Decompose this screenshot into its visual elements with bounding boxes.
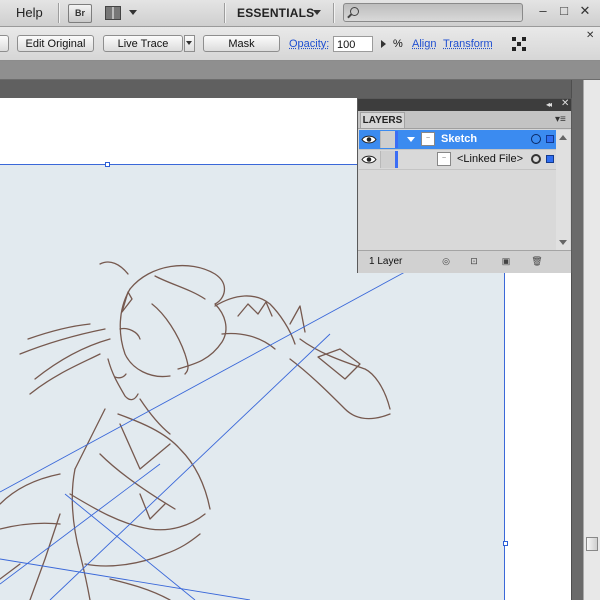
menubar-divider [333,3,335,23]
target-circle-icon[interactable] [531,134,541,144]
layer-row-sketch[interactable]: ~ Sketch [359,130,556,150]
search-input[interactable] [343,3,523,22]
lock-toggle[interactable] [380,131,395,148]
control-bar: Edit Original Live Trace Mask Opacity: 1… [0,27,600,61]
scroll-up-icon[interactable] [559,135,567,140]
opacity-percent-label: % [393,38,403,50]
menu-help[interactable]: Help [16,5,43,20]
collapse-panel-icon[interactable]: ◂◂ [546,100,552,109]
workspace-dropdown-icon[interactable] [313,10,321,15]
control-bar-button-partial[interactable] [0,35,9,52]
selection-indicator-icon[interactable] [546,135,554,143]
resize-handle-middle-right[interactable] [503,541,508,546]
arrange-documents-dropdown-icon[interactable] [129,10,137,15]
layer-color-indicator [395,151,398,168]
search-icon [350,7,359,16]
transform-link[interactable]: Transform [443,38,493,50]
selection-indicator-icon[interactable] [546,155,554,163]
menubar-divider [58,3,60,23]
opacity-field[interactable]: 100 [333,36,373,52]
workspace-switcher[interactable]: ESSENTIALS [237,6,314,20]
bridge-icon[interactable]: Br [68,4,92,23]
layer-row-linked-file[interactable]: ~ <Linked File> [359,150,556,170]
opacity-link[interactable]: Opacity: [289,38,329,50]
document-tab-strip [0,61,600,80]
layer-color-indicator [395,131,398,148]
scrollbar-thumb[interactable] [586,537,598,551]
restore-button[interactable]: □ [557,4,571,18]
edit-original-button[interactable]: Edit Original [17,35,94,52]
application-menubar: Help Br ESSENTIALS – □ ✕ [0,0,600,27]
align-link[interactable]: Align [412,38,436,50]
arrange-documents-icon[interactable] [103,4,123,21]
make-clipping-mask-icon[interactable]: ⊡ [468,256,480,268]
control-bar-close-icon[interactable]: ✕ [586,30,594,41]
mask-button[interactable]: Mask [203,35,280,52]
layer-thumbnail-icon: ~ [421,132,435,146]
vertical-scrollbar[interactable] [583,80,600,600]
eye-icon[interactable] [361,153,377,166]
layer-count: 1 Layer [369,256,403,267]
live-trace-button[interactable]: Live Trace [103,35,183,52]
layers-list: ~ Sketch ~ <Linked File> [359,130,556,250]
tab-layers[interactable]: LAYERS [360,112,405,128]
panel-titlebar[interactable]: ◂◂ ✕ [358,98,571,111]
close-button[interactable]: ✕ [578,4,592,18]
layer-name[interactable]: <Linked File> [457,153,523,165]
lock-toggle[interactable] [380,151,395,168]
layers-panel-footer: 1 Layer ◎ ⊡ ▣ 🗑 [358,250,571,273]
eye-icon[interactable] [361,133,377,146]
scroll-down-icon[interactable] [559,240,567,245]
layer-thumbnail-icon: ~ [437,152,451,166]
new-sublayer-icon[interactable]: ▣ [500,256,512,268]
isolate-group-icon[interactable] [512,37,526,51]
opacity-slider-arrow-icon[interactable] [381,40,386,48]
layers-scrollbar[interactable] [556,130,570,250]
expand-triangle-icon[interactable] [407,137,415,142]
delete-layer-icon[interactable]: 🗑 [531,256,543,268]
resize-handle-top-middle[interactable] [105,162,110,167]
panel-tab-row: LAYERS ▾≡ [358,111,571,129]
layers-panel: ◂◂ ✕ LAYERS ▾≡ ~ Sketch ~ <Linked File> [357,98,572,273]
minimize-button[interactable]: – [536,4,550,18]
target-circle-icon[interactable] [531,154,541,164]
panel-menu-icon[interactable]: ▾≡ [555,114,566,125]
close-panel-icon[interactable]: ✕ [561,98,569,109]
menubar-divider [224,3,226,23]
live-trace-options-button[interactable] [184,35,195,52]
locate-object-icon[interactable]: ◎ [440,256,452,268]
layer-name[interactable]: Sketch [441,133,477,145]
chevron-down-icon [186,41,192,45]
